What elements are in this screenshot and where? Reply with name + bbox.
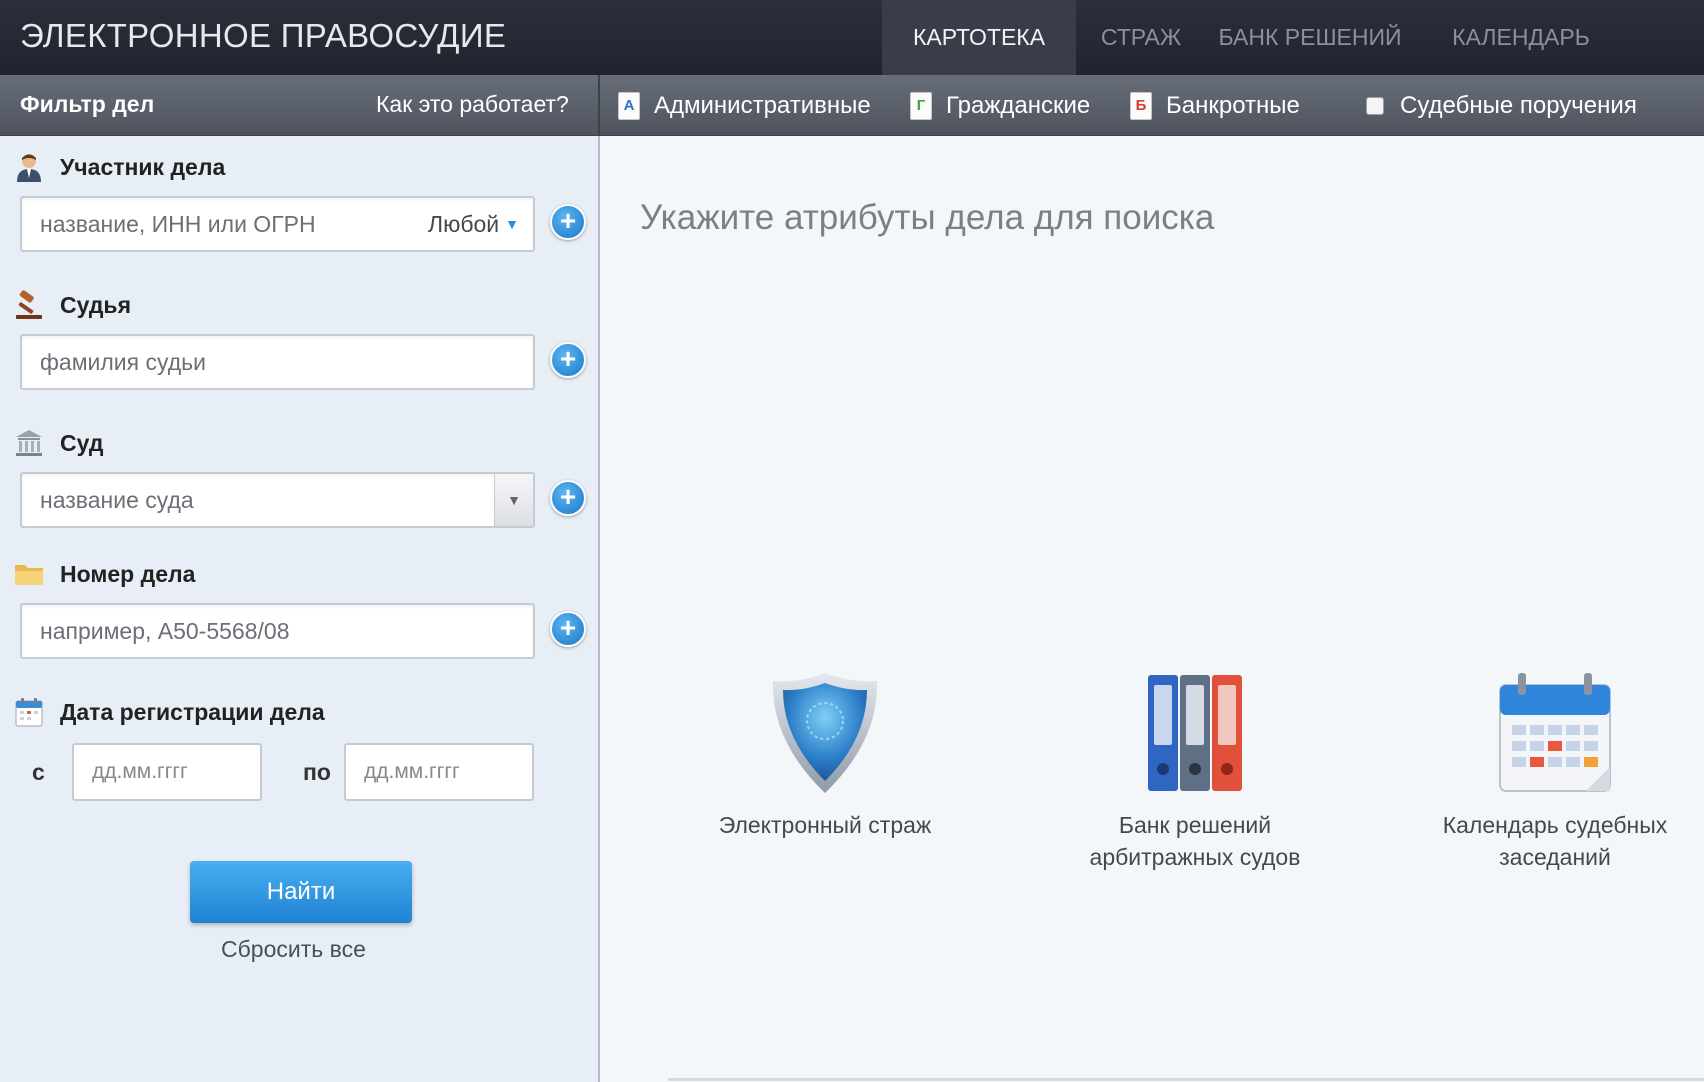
shield-icon [772, 673, 878, 793]
date-to-placeholder: дд.мм.гггг [364, 760, 460, 783]
category-court-orders[interactable]: Судебные поручения [1366, 91, 1637, 121]
court-orders-checkbox[interactable] [1366, 97, 1384, 115]
how-it-works-link[interactable]: Как это работает? [376, 91, 569, 118]
subbar-divider [598, 75, 600, 135]
add-court-button[interactable]: + [550, 480, 586, 516]
case-number-input[interactable]: например, А50-5568/08 [20, 603, 535, 659]
main-title: Укажите атрибуты дела для поиска [640, 198, 1215, 237]
registration-date-label: Дата регистрации дела [14, 695, 325, 729]
gavel-icon [14, 290, 44, 320]
date-from-label: с [32, 759, 45, 785]
court-placeholder: название суда [40, 486, 194, 513]
bankruptcy-doc-icon: Б [1130, 92, 1152, 120]
calendar-icon [1499, 673, 1611, 792]
case-number-placeholder: например, А50-5568/08 [40, 617, 290, 644]
add-judge-button[interactable]: + [550, 342, 586, 378]
promo-label-line1: Электронный страж [718, 812, 932, 838]
date-from-input[interactable]: дд.мм.гггг [72, 743, 262, 801]
civil-doc-icon: Г [910, 92, 932, 120]
reset-all-link[interactable]: Сбросить все [221, 936, 366, 963]
find-button[interactable]: Найти [190, 861, 412, 923]
category-bankruptcy[interactable]: Б Банкротные [1130, 91, 1300, 121]
tab-kalendar[interactable]: КАЛЕНДАРЬ [1414, 0, 1628, 75]
filter-subbar: Фильтр дел Как это работает? А Администр… [0, 75, 1704, 136]
administrative-doc-icon: А [618, 92, 640, 120]
calendar-small-icon [14, 697, 44, 727]
binders-icon [1148, 675, 1242, 791]
top-tabs: КАРТОТЕКА СТРАЖ БАНК РЕШЕНИЙ КАЛЕНДАРЬ [882, 0, 1628, 75]
court-label-text: Суд [60, 429, 104, 456]
judge-placeholder: фамилия судьи [40, 348, 206, 375]
registration-date-label-text: Дата регистрации дела [60, 698, 325, 725]
court-select[interactable]: название суда ▼ [20, 472, 535, 528]
category-label: Гражданские [946, 92, 1091, 119]
add-case-number-button[interactable]: + [550, 611, 586, 647]
category-label: Административные [654, 92, 871, 119]
date-from-placeholder: дд.мм.гггг [92, 760, 188, 783]
chevron-down-icon: ▼ [505, 216, 519, 232]
participant-label-text: Участник дела [60, 153, 226, 180]
category-label: Судебные поручения [1400, 92, 1637, 119]
folder-icon [14, 559, 44, 589]
filter-title: Фильтр дел [20, 91, 155, 117]
bottom-divider [668, 1078, 1704, 1081]
filter-panel: Участник дела название, ИНН или ОГРН Люб… [0, 136, 600, 1082]
add-participant-button[interactable]: + [550, 204, 586, 240]
main-content: Укажите атрибуты дела для поиска Электро… [600, 136, 1704, 1082]
tab-strazh[interactable]: СТРАЖ [1076, 0, 1206, 75]
date-to-input[interactable]: дд.мм.гггг [344, 743, 534, 801]
category-civil[interactable]: Г Гражданские [910, 91, 1090, 121]
promo-court-calendar[interactable]: Календарь судебных заседаний [1420, 671, 1690, 873]
tab-bank-resheniy[interactable]: БАНК РЕШЕНИЙ [1206, 0, 1414, 75]
participant-placeholder: название, ИНН или ОГРН [40, 210, 316, 237]
judge-label-text: Судья [60, 291, 131, 318]
promo-label-line2: заседаний [1499, 844, 1611, 870]
dropdown-arrow-icon[interactable]: ▼ [494, 474, 533, 526]
participant-label: Участник дела [14, 150, 225, 184]
judge-label: Судья [14, 288, 131, 322]
participant-role-select[interactable]: Любой ▼ [428, 198, 519, 250]
case-number-label-text: Номер дела [60, 560, 196, 587]
promo-label-line1: Банк решений [1118, 812, 1272, 838]
promo-electronic-guard[interactable]: Электронный страж [710, 671, 940, 841]
promo-label-line2: арбитражных судов [1089, 844, 1301, 870]
courthouse-icon [14, 428, 44, 458]
site-brand[interactable]: ЭЛЕКТРОННОЕ ПРАВОСУДИЕ [20, 17, 506, 55]
person-icon [14, 152, 44, 182]
participant-role-value: Любой [427, 210, 500, 237]
case-number-label: Номер дела [14, 557, 195, 591]
promo-label-line1: Календарь судебных [1442, 812, 1668, 838]
promo-decisions-bank[interactable]: Банк решений арбитражных судов [1060, 671, 1330, 873]
date-to-label: по [303, 759, 331, 785]
category-administrative[interactable]: А Административные [618, 91, 871, 121]
tab-kartoteka[interactable]: КАРТОТЕКА [882, 0, 1076, 75]
court-label: Суд [14, 426, 103, 460]
category-label: Банкротные [1166, 92, 1300, 119]
top-navigation-bar: ЭЛЕКТРОННОЕ ПРАВОСУДИЕ КАРТОТЕКА СТРАЖ Б… [0, 0, 1704, 75]
participant-input[interactable]: название, ИНН или ОГРН Любой ▼ [20, 196, 535, 252]
judge-input[interactable]: фамилия судьи [20, 334, 535, 390]
